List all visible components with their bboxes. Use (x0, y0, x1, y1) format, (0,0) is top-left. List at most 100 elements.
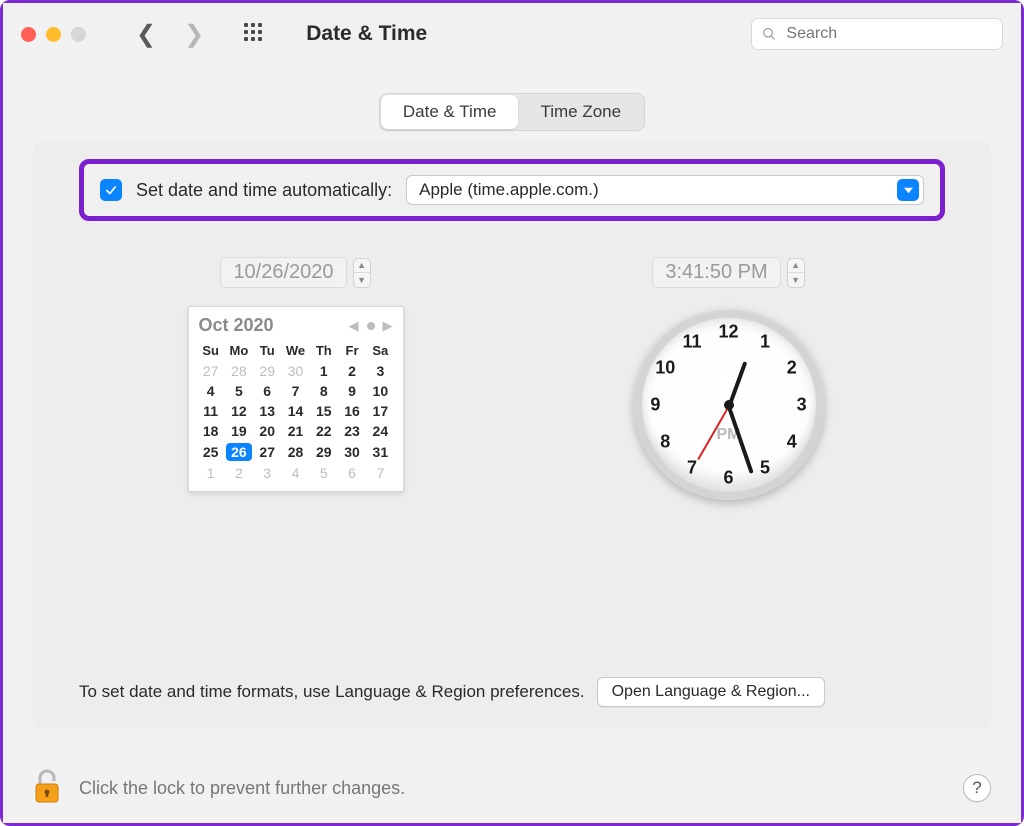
calendar-day[interactable]: 17 (366, 401, 394, 421)
clock-number: 11 (680, 331, 704, 352)
calendar-day[interactable]: 7 (281, 381, 309, 401)
search-field[interactable] (751, 18, 1003, 50)
clock-number: 8 (653, 431, 677, 452)
calendar-day[interactable]: 16 (338, 401, 366, 421)
calendar-day[interactable]: 7 (366, 463, 394, 483)
calendar-day[interactable]: 21 (281, 421, 309, 441)
clock-number: 12 (717, 321, 741, 342)
calendar-day[interactable]: 2 (338, 361, 366, 381)
formats-hint: To set date and time formats, use Langua… (79, 682, 585, 702)
clock-number: 5 (753, 458, 777, 479)
calendar-next-icon[interactable]: ▶ (383, 318, 393, 334)
forward-button[interactable]: ❯ (184, 20, 204, 49)
auto-set-checkbox[interactable] (100, 179, 122, 201)
time-stepper[interactable]: ▲▼ (787, 258, 805, 288)
clock-number: 10 (653, 358, 677, 379)
calendar-day[interactable]: 20 (253, 421, 281, 441)
clock-number: 9 (643, 395, 667, 416)
analog-clock: PM 123456789101112 (634, 310, 824, 500)
calendar-day[interactable]: 8 (310, 381, 338, 401)
open-language-region-button[interactable]: Open Language & Region... (597, 677, 825, 707)
clock-number: 2 (780, 358, 804, 379)
calendar-day[interactable]: 29 (253, 361, 281, 381)
tab-group: Date & TimeTime Zone (379, 93, 645, 131)
show-all-icon[interactable] (244, 23, 266, 45)
calendar-day[interactable]: 31 (366, 441, 394, 463)
tab-time-zone[interactable]: Time Zone (518, 95, 643, 129)
date-field[interactable]: 10/26/2020 ▲▼ (220, 257, 370, 288)
back-button[interactable]: ❮ (136, 20, 156, 49)
calendar-month-label: Oct 2020 (199, 315, 274, 336)
search-icon (762, 26, 776, 42)
calendar-weekday: We (281, 340, 309, 361)
calendar-weekday: Sa (366, 340, 394, 361)
content-panel: Set date and time automatically: Apple (… (33, 141, 991, 729)
calendar-day[interactable]: 30 (338, 441, 366, 463)
calendar[interactable]: Oct 2020 ◀ ▶ SuMoTuWeThFrSa2728293012345… (188, 306, 404, 492)
minimize-button[interactable] (46, 27, 61, 42)
search-input[interactable] (784, 24, 992, 44)
clock-number: 3 (790, 395, 814, 416)
calendar-day[interactable]: 10 (366, 381, 394, 401)
date-stepper[interactable]: ▲▼ (353, 258, 371, 288)
window-controls (21, 27, 86, 42)
calendar-day[interactable]: 18 (197, 421, 225, 441)
time-field[interactable]: 3:41:50 PM ▲▼ (652, 257, 804, 288)
calendar-day[interactable]: 1 (197, 463, 225, 483)
tab-date-time[interactable]: Date & Time (381, 95, 519, 129)
calendar-day[interactable]: 11 (197, 401, 225, 421)
toolbar: ❮ ❯ Date & Time (3, 3, 1021, 65)
close-button[interactable] (21, 27, 36, 42)
clock-number: 1 (753, 331, 777, 352)
calendar-day[interactable]: 22 (310, 421, 338, 441)
window-title: Date & Time (306, 22, 427, 46)
calendar-day[interactable]: 15 (310, 401, 338, 421)
lock-hint: Click the lock to prevent further change… (79, 778, 405, 799)
calendar-day[interactable]: 29 (310, 441, 338, 463)
calendar-day[interactable]: 24 (366, 421, 394, 441)
lock-icon[interactable] (33, 768, 61, 809)
chevron-down-icon (897, 179, 919, 201)
calendar-day[interactable]: 14 (281, 401, 309, 421)
zoom-button[interactable] (71, 27, 86, 42)
calendar-day[interactable]: 6 (338, 463, 366, 483)
help-button[interactable]: ? (963, 774, 991, 802)
calendar-day[interactable]: 28 (281, 441, 309, 463)
calendar-day[interactable]: 19 (225, 421, 253, 441)
calendar-day[interactable]: 23 (338, 421, 366, 441)
time-server-combo[interactable]: Apple (time.apple.com.) (406, 175, 924, 205)
calendar-day[interactable]: 5 (225, 381, 253, 401)
calendar-day[interactable]: 9 (338, 381, 366, 401)
calendar-day[interactable]: 4 (197, 381, 225, 401)
auto-set-label: Set date and time automatically: (136, 180, 392, 201)
calendar-weekday: Su (197, 340, 225, 361)
calendar-day[interactable]: 13 (253, 401, 281, 421)
calendar-day[interactable]: 12 (225, 401, 253, 421)
calendar-day[interactable]: 3 (366, 361, 394, 381)
calendar-day[interactable]: 30 (281, 361, 309, 381)
calendar-weekday: Tu (253, 340, 281, 361)
clock-number: 4 (780, 431, 804, 452)
auto-set-row: Set date and time automatically: Apple (… (79, 159, 945, 221)
calendar-weekday: Th (310, 340, 338, 361)
calendar-weekday: Fr (338, 340, 366, 361)
clock-number: 7 (680, 458, 704, 479)
time-server-value: Apple (time.apple.com.) (419, 180, 599, 200)
calendar-today-icon[interactable] (367, 322, 375, 330)
calendar-weekday: Mo (225, 340, 253, 361)
calendar-day[interactable]: 27 (197, 361, 225, 381)
calendar-day[interactable]: 27 (253, 441, 281, 463)
calendar-day[interactable]: 4 (281, 463, 309, 483)
calendar-day[interactable]: 3 (253, 463, 281, 483)
calendar-day[interactable]: 25 (197, 441, 225, 463)
calendar-day[interactable]: 2 (225, 463, 253, 483)
calendar-day[interactable]: 26 (225, 441, 253, 463)
date-value: 10/26/2020 (220, 257, 346, 288)
footer: Click the lock to prevent further change… (3, 753, 1021, 823)
calendar-prev-icon[interactable]: ◀ (349, 318, 359, 334)
calendar-day[interactable]: 28 (225, 361, 253, 381)
calendar-day[interactable]: 5 (310, 463, 338, 483)
calendar-day[interactable]: 6 (253, 381, 281, 401)
clock-number: 6 (717, 468, 741, 489)
calendar-day[interactable]: 1 (310, 361, 338, 381)
